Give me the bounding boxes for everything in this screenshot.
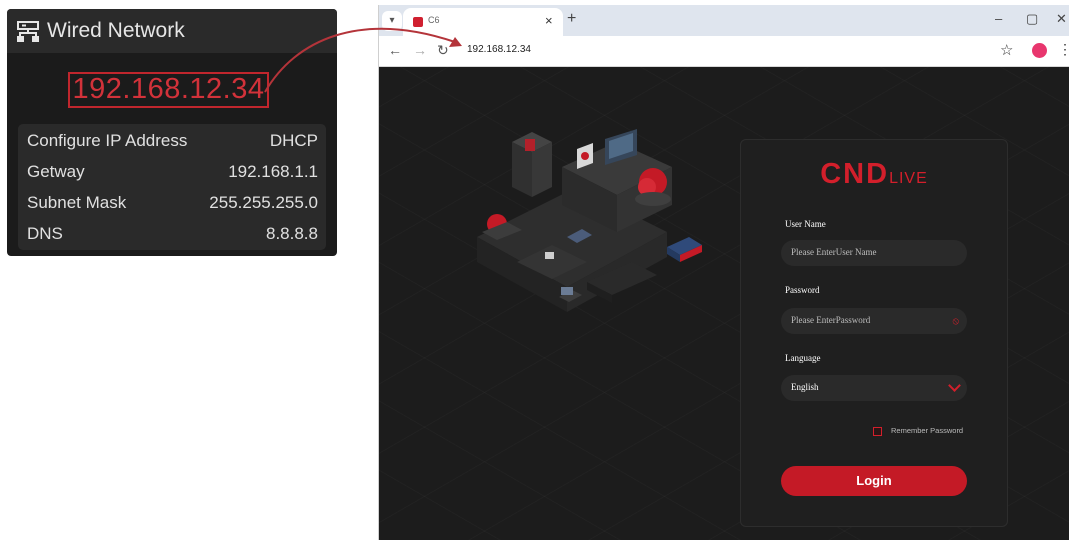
connector-arrow (264, 27, 462, 93)
